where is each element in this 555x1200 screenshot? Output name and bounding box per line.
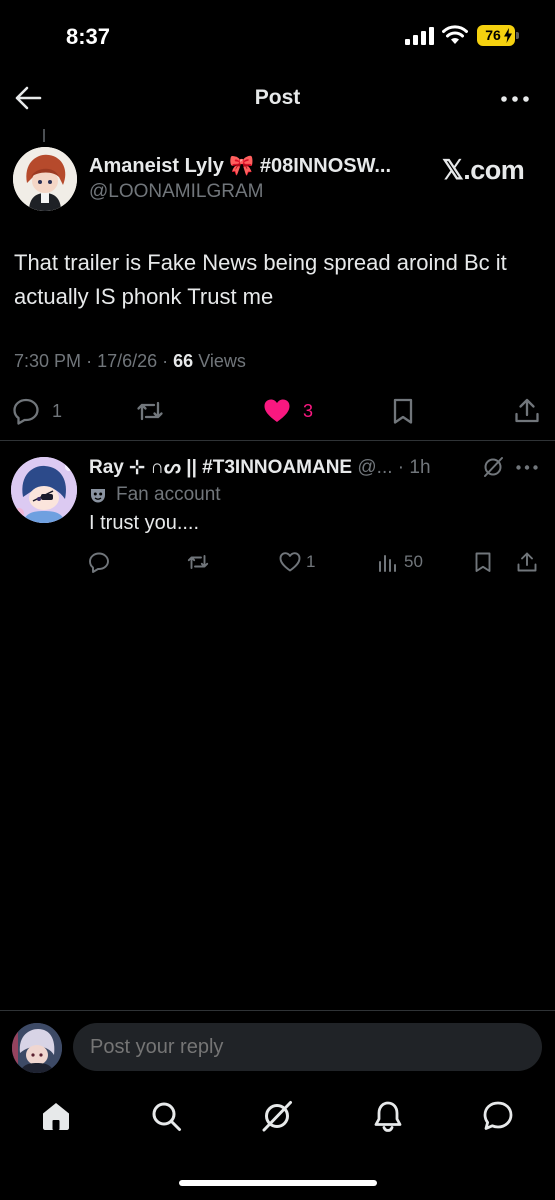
post-meta: 7:30 PM · 17/6/26 · 66 Views <box>14 351 246 372</box>
share-icon <box>515 398 539 423</box>
reply-composer <box>0 1010 555 1085</box>
share-button[interactable] <box>513 393 541 429</box>
fan-account-text: Fan account <box>116 484 221 505</box>
post-actions: 1 3 <box>0 393 555 429</box>
reply-author-line[interactable]: Ray ⊹ ∩ᔕ || #T3INNOAMANE @... · 1h <box>89 456 479 479</box>
post-date: 17/6/26 <box>97 351 158 371</box>
reply-input[interactable] <box>73 1023 542 1071</box>
more-horizontal-icon[interactable] <box>516 465 538 470</box>
reply-like-button[interactable]: 1 <box>279 548 315 576</box>
share-icon <box>517 552 537 572</box>
status-bar: 8:37 76 <box>0 0 555 70</box>
reply-reply-button[interactable] <box>88 548 110 576</box>
fan-account-label: Fan account <box>89 484 221 506</box>
wifi-icon <box>442 25 468 44</box>
post-text: That trailer is Fake News being spread a… <box>14 250 507 309</box>
bottom-nav <box>0 1090 555 1150</box>
divider <box>0 440 555 441</box>
grok-icon[interactable] <box>482 456 504 478</box>
bookmark-button[interactable] <box>389 393 417 429</box>
reply-repost-button[interactable] <box>187 548 209 576</box>
my-avatar-art <box>12 1023 62 1073</box>
my-avatar[interactable] <box>12 1023 62 1073</box>
messages-icon[interactable] <box>482 1100 514 1132</box>
thread-connector <box>43 129 45 142</box>
repost-icon <box>137 401 163 421</box>
home-icon[interactable] <box>40 1100 72 1132</box>
meta-separator: · <box>162 351 174 371</box>
post-time: 7:30 PM <box>14 351 82 371</box>
page-title: Post <box>254 86 301 109</box>
reply-bookmark-button[interactable] <box>472 548 494 576</box>
reply-share-button[interactable] <box>516 548 538 576</box>
author-avatar[interactable] <box>13 147 77 211</box>
bookmark-icon <box>475 552 491 572</box>
reply-author-name[interactable]: Ray ⊹ ∩ᔕ || #T3INNOAMANE <box>89 457 352 478</box>
reply-avatar-art <box>11 457 77 523</box>
reply-like-count: 1 <box>306 552 316 571</box>
reply-text: I trust you.... <box>89 512 200 534</box>
notifications-icon[interactable] <box>372 1100 404 1132</box>
reply-icon <box>89 552 109 573</box>
post-views-label[interactable]: Views <box>198 351 246 371</box>
charging-bolt-icon <box>504 28 512 43</box>
reply-icon <box>13 398 39 425</box>
status-time: 8:37 <box>66 24 111 49</box>
reply-button[interactable]: 1 <box>12 393 62 429</box>
repost-button[interactable] <box>136 393 164 429</box>
more-horizontal-icon[interactable] <box>501 96 529 102</box>
home-indicator[interactable] <box>179 1180 377 1186</box>
reply-author-avatar[interactable] <box>11 457 77 523</box>
heart-icon <box>279 552 301 572</box>
mask-icon <box>91 489 105 503</box>
cellular-signal-icon <box>405 27 434 45</box>
source-badge: 𝕏.com <box>442 155 525 185</box>
meta-separator: · <box>86 351 98 371</box>
bookmark-icon <box>393 398 413 424</box>
author-handle[interactable]: @LOONAMILGRAM <box>89 181 263 203</box>
reply-count: 1 <box>52 400 63 421</box>
like-count: 3 <box>303 400 314 421</box>
reply-actions: 1 50 <box>0 548 555 576</box>
reply-views-button[interactable]: 50 <box>377 548 423 576</box>
battery-level: 76 <box>485 27 501 43</box>
repost-icon <box>187 555 209 569</box>
author-name[interactable]: Amaneist Lyly 🎀 #08INNOSW... <box>89 153 419 178</box>
search-icon[interactable] <box>150 1100 182 1132</box>
top-bar: Post <box>0 75 555 123</box>
heart-filled-icon <box>264 399 290 422</box>
views-chart-icon <box>379 555 396 572</box>
like-button[interactable]: 3 <box>263 393 313 429</box>
battery-indicator: 76 <box>477 25 519 46</box>
reply-views-count: 50 <box>404 552 423 571</box>
reply-time: 1h <box>409 457 431 478</box>
meta-separator: · <box>397 457 410 478</box>
reply-author-handle: @... <box>357 457 393 478</box>
grok-icon[interactable] <box>261 1100 293 1132</box>
author-avatar-art <box>13 147 77 211</box>
post-views-count: 66 <box>173 351 194 371</box>
